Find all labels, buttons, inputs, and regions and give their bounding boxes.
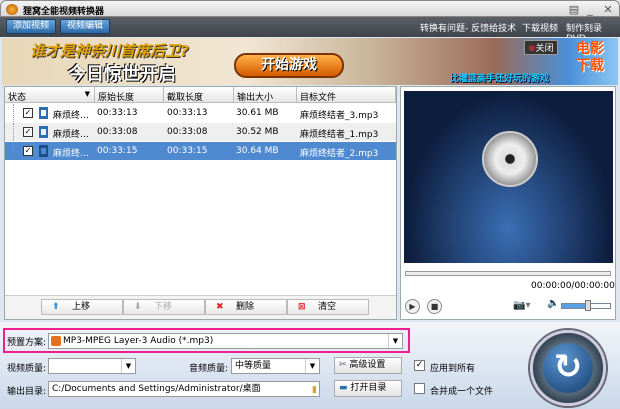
convert-arrow-icon: ↻ xyxy=(543,343,593,393)
table-row[interactable]: ✓ 麻烦终… 00:33:08 00:33:08 30.52 MB 麻烦终结者_1.mp… xyxy=(5,123,396,141)
cell-target: 麻烦终结者_3.mp3 xyxy=(300,111,379,121)
edit-video-button[interactable]: 视频编辑 xyxy=(60,19,111,34)
banner-tagline: 比灌篮高手还好玩的游戏 xyxy=(450,74,550,84)
move-up-button[interactable]: ⬆ 上移 xyxy=(41,299,123,315)
cell-clip: 00:33:08 xyxy=(167,127,208,137)
cell-orig: 00:33:13 xyxy=(97,108,138,118)
output-dir-input[interactable]: C:/Documents and Settings/Administrator/… xyxy=(48,381,320,397)
table-row[interactable]: ✓ 麻烦终… 00:33:15 00:33:15 30.64 MB 麻烦终结者_2.mp… xyxy=(5,142,396,160)
column-header-status[interactable]: 状态 ▼ xyxy=(5,87,95,103)
stop-button[interactable]: ■ xyxy=(427,299,442,314)
app-logo-icon xyxy=(6,4,18,15)
film-icon xyxy=(39,126,48,138)
open-directory-button[interactable]: ▬ 打开目录 xyxy=(334,380,402,397)
audio-quality-label: 音频质量: xyxy=(189,364,229,374)
chevron-down-icon: ▼ xyxy=(305,359,319,373)
list-button-bar: ⬆ 上移 ⬇ 下移 ✖ 删除 ⊠ 清空 xyxy=(5,295,396,319)
banner-start-button[interactable]: 开始游戏 xyxy=(234,53,344,78)
play-button[interactable]: ▶ xyxy=(405,299,420,314)
cell-target: 麻烦终结者_2.mp3 xyxy=(300,149,379,159)
video-quality-label: 视频质量: xyxy=(7,364,47,374)
chevron-down-icon: ▼ xyxy=(388,334,402,348)
preset-select[interactable]: MP3-MPEG Layer-3 Audio (*.mp3) ▼ xyxy=(48,333,403,349)
film-icon xyxy=(39,145,48,157)
apply-all-label: 应用到所有 xyxy=(430,364,476,374)
merge-label: 合并成一个文件 xyxy=(430,387,494,397)
apply-all-checkbox[interactable]: ✓ xyxy=(414,360,425,371)
arrow-up-icon: ⬆ xyxy=(52,302,60,312)
folder-icon: ▬ xyxy=(339,383,351,393)
close-icon: ⊗ xyxy=(528,44,536,54)
camera-snapshot-icon[interactable]: 📷▾ xyxy=(513,300,530,311)
column-header-output-size[interactable]: 输出大小 xyxy=(234,87,297,103)
chevron-down-icon[interactable]: ▼ xyxy=(85,90,90,98)
cell-name: 麻烦终… xyxy=(53,111,90,121)
video-preview xyxy=(404,91,613,263)
row-checkbox[interactable]: ✓ xyxy=(23,108,33,118)
seek-bar[interactable] xyxy=(405,271,611,276)
title-bar: 狸窝全能视频转换器 ▤ _ ✕ xyxy=(0,0,620,17)
column-header-original-length[interactable]: 原始长度 xyxy=(95,87,164,103)
move-down-button[interactable]: ⬇ 下移 xyxy=(123,299,205,315)
cell-clip: 00:33:15 xyxy=(167,146,208,156)
stop-icon: ■ xyxy=(430,302,439,311)
add-video-button[interactable]: 添加视频 xyxy=(6,19,57,34)
feedback-link[interactable]: 转换有问题- 反馈给技术 xyxy=(420,21,516,34)
table-row[interactable]: ✓ 麻烦终… 00:33:13 00:33:13 30.61 MB 麻烦终结者_3.mp… xyxy=(5,104,396,122)
menu-icon[interactable]: ▤ xyxy=(567,3,581,16)
file-list-panel: 状态 ▼ 原始长度 截取长度 输出大小 目标文件 ✓ 麻烦终… 00:33:13 00… xyxy=(4,86,397,320)
delete-x-icon: ✖ xyxy=(216,302,224,312)
close-button[interactable]: ✕ xyxy=(601,3,615,16)
cell-target: 麻烦终结者_1.mp3 xyxy=(300,130,379,140)
folder-icon[interactable]: ▮ xyxy=(312,383,317,396)
preview-panel: 00:00:00/00:00:00 ▶ ■ 📷▾ 🔈 xyxy=(400,86,616,320)
arrow-down-icon: ⬇ xyxy=(134,302,142,312)
clear-list-icon: ⊠ xyxy=(298,302,306,312)
row-checkbox[interactable]: ✓ xyxy=(23,146,33,156)
column-header-target-file[interactable]: 目标文件 xyxy=(297,87,396,103)
download-video-link[interactable]: 下载视频 xyxy=(522,21,558,34)
cell-size: 30.64 MB xyxy=(236,146,279,156)
cell-orig: 00:33:08 xyxy=(97,127,138,137)
cell-clip: 00:33:13 xyxy=(167,108,208,118)
tree-line xyxy=(13,123,14,141)
time-readout: 00:00:00/00:00:00 xyxy=(531,281,615,291)
window-title: 狸窝全能视频转换器 xyxy=(23,7,105,17)
audio-quality-select[interactable]: 中等质量 ▼ xyxy=(231,358,320,374)
tools-icon: ✂ xyxy=(339,360,350,370)
minimize-button[interactable]: _ xyxy=(583,3,597,16)
advanced-settings-button[interactable]: ✂ 高级设置 xyxy=(334,357,402,374)
ad-banner[interactable]: 谁才是神奈川首席后卫? 今日惊世开启 开始游戏 比灌篮高手还好玩的游戏 ⊗关闭 … xyxy=(2,38,618,85)
output-dir-label: 输出目录: xyxy=(7,387,47,397)
merge-checkbox[interactable] xyxy=(414,383,425,394)
movie-download-ad[interactable]: 电影下载 xyxy=(570,41,610,75)
cell-orig: 00:33:15 xyxy=(97,146,138,156)
banner-line1: 谁才是神奈川首席后卫? xyxy=(30,42,189,60)
cell-name: 麻烦终… xyxy=(53,130,90,140)
delete-button[interactable]: ✖ 删除 xyxy=(205,299,287,315)
settings-panel: 预置方案: MP3-MPEG Layer-3 Audio (*.mp3) ▼ 视频… xyxy=(0,322,620,409)
toolbar: 添加视频 视频编辑 转换有问题- 反馈给技术 下载视频 制作刻录DVD xyxy=(0,17,620,44)
cell-name: 麻烦终… xyxy=(53,149,90,159)
tree-line xyxy=(13,104,14,122)
chevron-down-icon: ▼ xyxy=(121,359,135,373)
preset-label: 预置方案: xyxy=(7,338,47,348)
volume-icon[interactable]: 🔈 xyxy=(547,298,559,309)
volume-slider-handle[interactable] xyxy=(585,300,591,311)
play-icon: ▶ xyxy=(409,302,416,311)
banner-line2: 今日惊世开启 xyxy=(68,64,176,85)
clear-button[interactable]: ⊠ 清空 xyxy=(287,299,369,315)
row-checkbox[interactable]: ✓ xyxy=(23,127,33,137)
film-reel-icon xyxy=(482,131,538,187)
convert-button[interactable]: ↻ xyxy=(530,330,606,406)
cell-size: 30.52 MB xyxy=(236,127,279,137)
tree-line xyxy=(13,142,14,151)
video-quality-select[interactable]: ▼ xyxy=(48,358,136,374)
banner-close-button[interactable]: ⊗关闭 xyxy=(524,40,558,55)
cell-size: 30.61 MB xyxy=(236,108,279,118)
audio-format-icon xyxy=(51,336,61,346)
column-header-clip-length[interactable]: 截取长度 xyxy=(164,87,234,103)
film-icon xyxy=(39,107,48,119)
